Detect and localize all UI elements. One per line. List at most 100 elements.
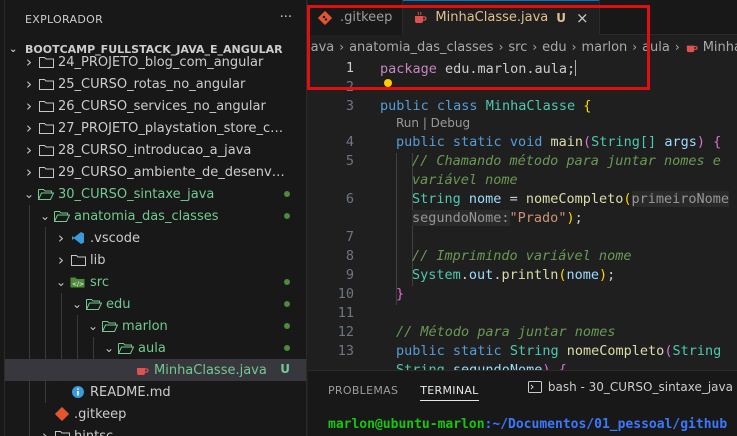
indent-guide xyxy=(93,359,94,381)
tree-folder[interactable]: ⌄ </> src xyxy=(5,271,306,293)
git-status-dot xyxy=(284,323,290,329)
info-icon xyxy=(69,385,87,399)
chevron-down-icon: ⌄ xyxy=(103,341,115,355)
folder-icon xyxy=(37,56,55,68)
tree-folder[interactable]: › lib xyxy=(5,249,306,271)
tree-item-label: marlon xyxy=(122,318,168,334)
tree-folder[interactable]: › .vscode xyxy=(5,227,306,249)
terminal-selector[interactable]: bash - 30_CURSO_sintaxe_java xyxy=(527,380,733,394)
code-line-9: System.out.println(nome); xyxy=(412,267,616,283)
prompt-path: :~/Documentos/01_pessoal/github xyxy=(484,417,728,432)
indent-guide xyxy=(77,315,78,337)
tab-terminal[interactable]: TERMINAL xyxy=(420,371,479,409)
indent-guide xyxy=(45,337,46,359)
git-status-dot xyxy=(284,213,290,219)
more-actions-icon[interactable]: ··· xyxy=(280,10,292,25)
tree-folder[interactable]: ⌄ aula xyxy=(5,337,306,359)
tree-file[interactable]: README.md xyxy=(5,381,306,403)
tree-folder[interactable]: › 27_PROJETO_playstation_store_com_a... xyxy=(5,117,306,139)
tree-item-label: 24_PROJETO_blog_com_angular xyxy=(58,54,264,70)
code-line-4: public static void main(String[] args) { xyxy=(396,134,722,150)
tree-item-label: src xyxy=(90,274,109,290)
chevron-down-icon: ⌄ xyxy=(23,187,35,201)
tree-item-label: anatomia_das_classes xyxy=(74,208,219,224)
indent-guide xyxy=(29,227,30,249)
indent-guide xyxy=(29,403,30,425)
tree-folder[interactable]: ⌄ edu xyxy=(5,293,306,315)
chevron-down-icon: ⌄ xyxy=(39,209,51,223)
tree-file[interactable]: .gitkeep xyxy=(5,403,306,425)
indent-guide xyxy=(109,359,110,381)
chevron-right-icon: › xyxy=(26,53,32,71)
folder-icon xyxy=(53,430,71,436)
chevron-down-icon: ⌄ xyxy=(87,319,99,333)
code-line-8: // Imprimindo variável nome xyxy=(412,248,632,264)
line-number: 7 xyxy=(345,229,354,245)
tree-folder[interactable]: › 24_PROJETO_blog_com_angular xyxy=(5,51,306,73)
tree-item-label: hintsc xyxy=(74,428,114,436)
tree-item-label: aula xyxy=(138,340,166,356)
tree-item-label: 28_CURSO_introducao_a_java xyxy=(58,142,252,158)
folder-icon xyxy=(37,100,55,112)
indent-guide xyxy=(29,425,30,436)
line-number: 6 xyxy=(345,191,354,207)
tree-folder[interactable]: ⌄ anatomia_das_classes xyxy=(5,205,306,227)
indent-guide xyxy=(45,227,46,249)
indent-guide xyxy=(61,337,62,359)
untracked-badge: U xyxy=(280,362,290,376)
tree-folder[interactable]: › 26_CURSO_services_no_angular xyxy=(5,95,306,117)
tree-folder[interactable]: › 25_CURSO_rotas_no_angular xyxy=(5,73,306,95)
chevron-right-icon: › xyxy=(26,75,32,93)
tree-folder[interactable]: ⌄ marlon xyxy=(5,315,306,337)
codelens-run-debug[interactable]: Run | Debug xyxy=(396,116,470,130)
indent-guide xyxy=(45,293,46,315)
code-editor[interactable]: 1 2 3 4 5 6 7 8 9 10 11 12 13 package ed… xyxy=(308,58,737,370)
breadcrumb-item[interactable]: MinhaClasse.java xyxy=(703,40,737,55)
tree-folder[interactable]: › 28_CURSO_introducao_a_java xyxy=(5,139,306,161)
tab-problems[interactable]: PROBLEMAS xyxy=(328,371,398,409)
explorer-sidebar: EXPLORADOR ··· ⌄ BOOTCAMP_FULLSTACK_JAVA… xyxy=(5,0,307,436)
code-line-10: } xyxy=(396,286,405,302)
folder-icon xyxy=(53,210,71,222)
indent-guide xyxy=(61,315,62,337)
indent-guide xyxy=(29,315,30,337)
svg-text:</>: </> xyxy=(72,281,84,288)
git-status-dot xyxy=(284,301,290,307)
chevron-right-icon: › xyxy=(26,119,32,137)
line-number: 13 xyxy=(337,343,354,359)
folder-icon xyxy=(85,298,103,310)
tree-folder[interactable]: › hintsc xyxy=(5,425,306,436)
file-tree: › 24_PROJETO_blog_com_angular › 25_CURSO_ro… xyxy=(5,51,306,436)
indent-guide xyxy=(29,293,30,315)
chevron-right-icon: › xyxy=(58,229,64,247)
indent-guide xyxy=(61,293,62,315)
indent-guide xyxy=(29,205,30,227)
tree-item-label: 27_PROJETO_playstation_store_com_a... xyxy=(58,120,306,136)
git-status-dot xyxy=(284,279,290,285)
chevron-right-icon: › xyxy=(26,163,32,181)
code-line-12: // Método para juntar nomes xyxy=(396,324,616,340)
line-number: 12 xyxy=(337,324,354,340)
code-line-13: public static String nomeCompleto(String xyxy=(396,343,722,359)
git-status-dot xyxy=(284,191,290,197)
inlay-hint: primeiroNome xyxy=(631,191,730,207)
indent-guide xyxy=(45,359,46,381)
tree-item-label: 29_CURSO_ambiente_de_desenvolvim... xyxy=(58,164,306,180)
vscode-folder-icon xyxy=(69,231,87,245)
folder-icon xyxy=(37,166,55,178)
tree-folder[interactable]: ⌄ 30_CURSO_sintaxe_java xyxy=(5,183,306,205)
tree-folder[interactable]: › 29_CURSO_ambiente_de_desenvolvim... xyxy=(5,161,306,183)
folder-icon xyxy=(37,122,55,134)
folder-icon xyxy=(37,78,55,90)
indent-guide xyxy=(61,359,62,381)
tree-item-label: 30_CURSO_sintaxe_java xyxy=(58,186,215,202)
folder-icon xyxy=(37,188,55,200)
indent-guide xyxy=(29,249,30,271)
code-line-13-wrap: String segundoNome) { xyxy=(396,362,567,370)
class-name: MinhaClasse xyxy=(485,98,576,114)
indent-guide xyxy=(29,337,30,359)
tree-file[interactable]: MinhaClasse.java U xyxy=(5,359,306,381)
terminal-prompt[interactable]: marlon@ubuntu-marlon:~/Documentos/01_pes… xyxy=(328,417,727,432)
chevron-down-icon: ⌄ xyxy=(71,297,83,311)
src-folder-icon: </> xyxy=(69,276,87,288)
